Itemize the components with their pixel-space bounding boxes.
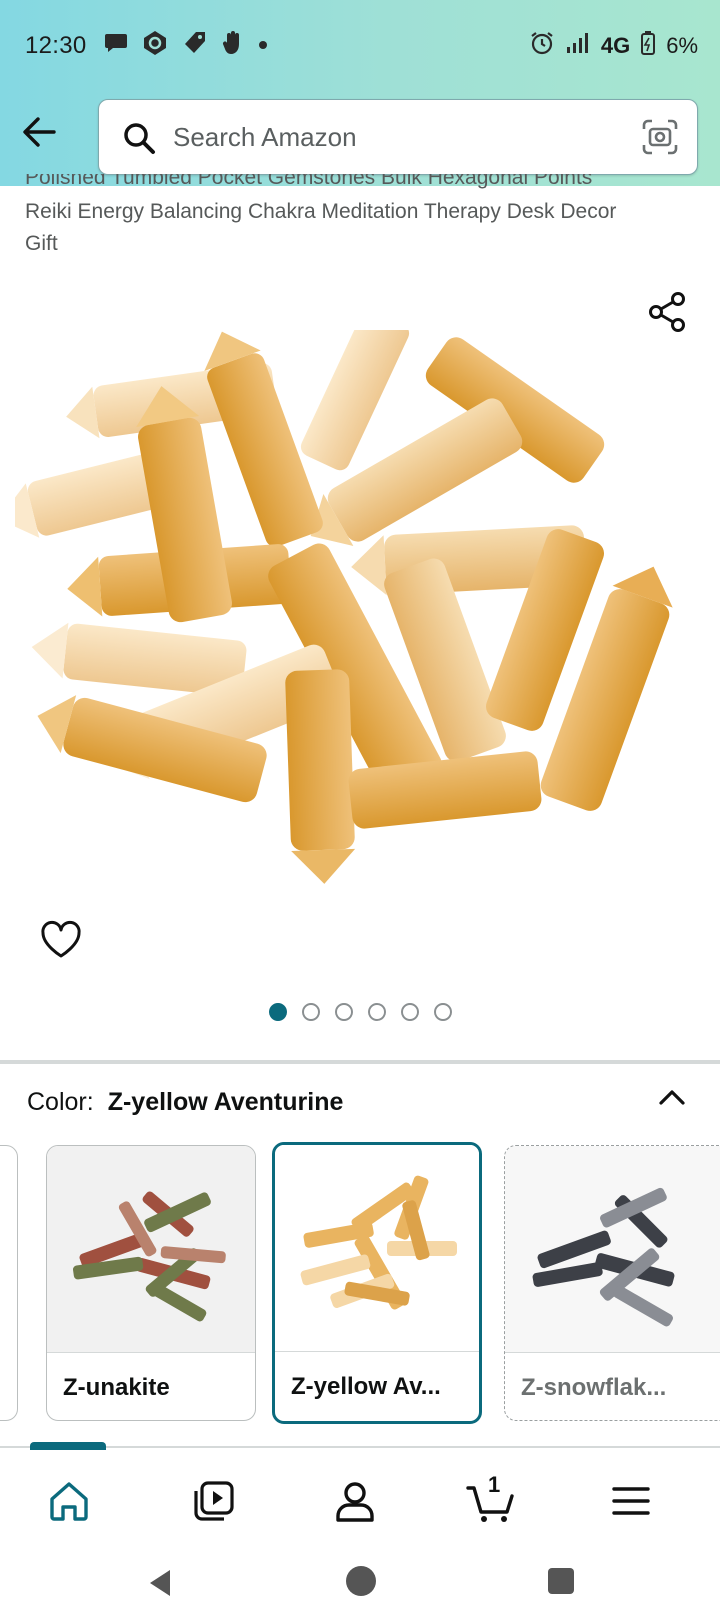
system-nav-bar: [0, 1560, 720, 1612]
product-image[interactable]: [0, 288, 705, 910]
swatch-snowflake[interactable]: Z-snowflak...: [504, 1145, 720, 1421]
hand-wave-icon: [222, 30, 244, 61]
swatch-image: [275, 1145, 479, 1351]
swatch-partial[interactable]: [0, 1145, 18, 1421]
battery-level: 6%: [666, 33, 698, 58]
swatch-label: Z-snowflak...: [521, 1374, 667, 1401]
product-title-line1: Polished Tumbled Pocket Gemstones Bulk H…: [25, 174, 593, 189]
home-icon[interactable]: [46, 1478, 96, 1528]
dot-icon: [258, 37, 268, 55]
arrow-left-icon[interactable]: [18, 110, 62, 154]
swatch-image: [47, 1146, 255, 1352]
carousel-dot[interactable]: [367, 1003, 386, 1021]
camera-app-icon: [142, 30, 168, 61]
carousel-dot[interactable]: [433, 1003, 452, 1021]
tag-icon: [182, 30, 208, 61]
status-right: 4G 6%: [529, 30, 698, 62]
color-value: Z-yellow Aventurine: [107, 1088, 344, 1116]
heart-icon[interactable]: [40, 920, 82, 960]
carousel-dot[interactable]: [334, 1003, 353, 1021]
swatch-yellow-aventurine[interactable]: Z-yellow Av...: [272, 1142, 482, 1424]
cart-count: 1: [488, 1472, 501, 1497]
video-icon[interactable]: [190, 1478, 240, 1528]
color-label: Color:: [27, 1088, 94, 1116]
search-input[interactable]: Search Amazon: [173, 122, 357, 153]
product-title: Polished Tumbled Pocket Gemstones Bulk H…: [25, 174, 695, 260]
swatch-label: Z-unakite: [63, 1374, 170, 1401]
section-divider: [0, 1060, 720, 1064]
color-swatch-list: Z-unakite Z-yellow Av... Z-snowflak...: [0, 1142, 720, 1426]
swatch-label: Z-yellow Av...: [291, 1373, 441, 1400]
product-title-line3: Gift: [25, 232, 58, 255]
carousel-dot[interactable]: [400, 1003, 419, 1021]
search-bar[interactable]: Search Amazon: [98, 99, 698, 175]
active-tab-indicator: [30, 1442, 106, 1450]
menu-icon[interactable]: [608, 1478, 658, 1528]
system-home-icon[interactable]: [346, 1566, 376, 1596]
network-type: 4G: [600, 33, 631, 58]
camera-scan-icon[interactable]: [641, 118, 679, 156]
color-selector-header[interactable]: Color: Z-yellow Aventurine: [27, 1088, 343, 1117]
cart-icon[interactable]: 1: [466, 1472, 516, 1528]
swatch-unakite[interactable]: Z-unakite: [46, 1145, 256, 1421]
carousel-dot[interactable]: [268, 1003, 287, 1021]
system-back-icon[interactable]: [146, 1568, 174, 1603]
alarm-icon: [529, 30, 555, 62]
carousel-dot[interactable]: [301, 1003, 320, 1021]
notification-icons: [104, 30, 268, 61]
system-recents-icon[interactable]: [548, 1568, 574, 1594]
product-title-line2: Reiki Energy Balancing Chakra Meditation…: [25, 200, 617, 223]
search-icon: [121, 120, 157, 156]
battery-icon: [640, 30, 656, 62]
status-bar: 12:30 4G 6%: [0, 0, 720, 92]
signal-icon: [565, 31, 591, 61]
bottom-nav-bar: 1: [0, 1442, 720, 1560]
status-time: 12:30: [25, 32, 87, 59]
image-carousel-dots: [0, 1003, 720, 1021]
share-icon[interactable]: [646, 290, 690, 334]
account-icon[interactable]: [332, 1478, 382, 1528]
chat-bubble-icon: [104, 32, 128, 59]
chevron-up-icon[interactable]: [656, 1082, 688, 1114]
swatch-image: [505, 1146, 720, 1352]
